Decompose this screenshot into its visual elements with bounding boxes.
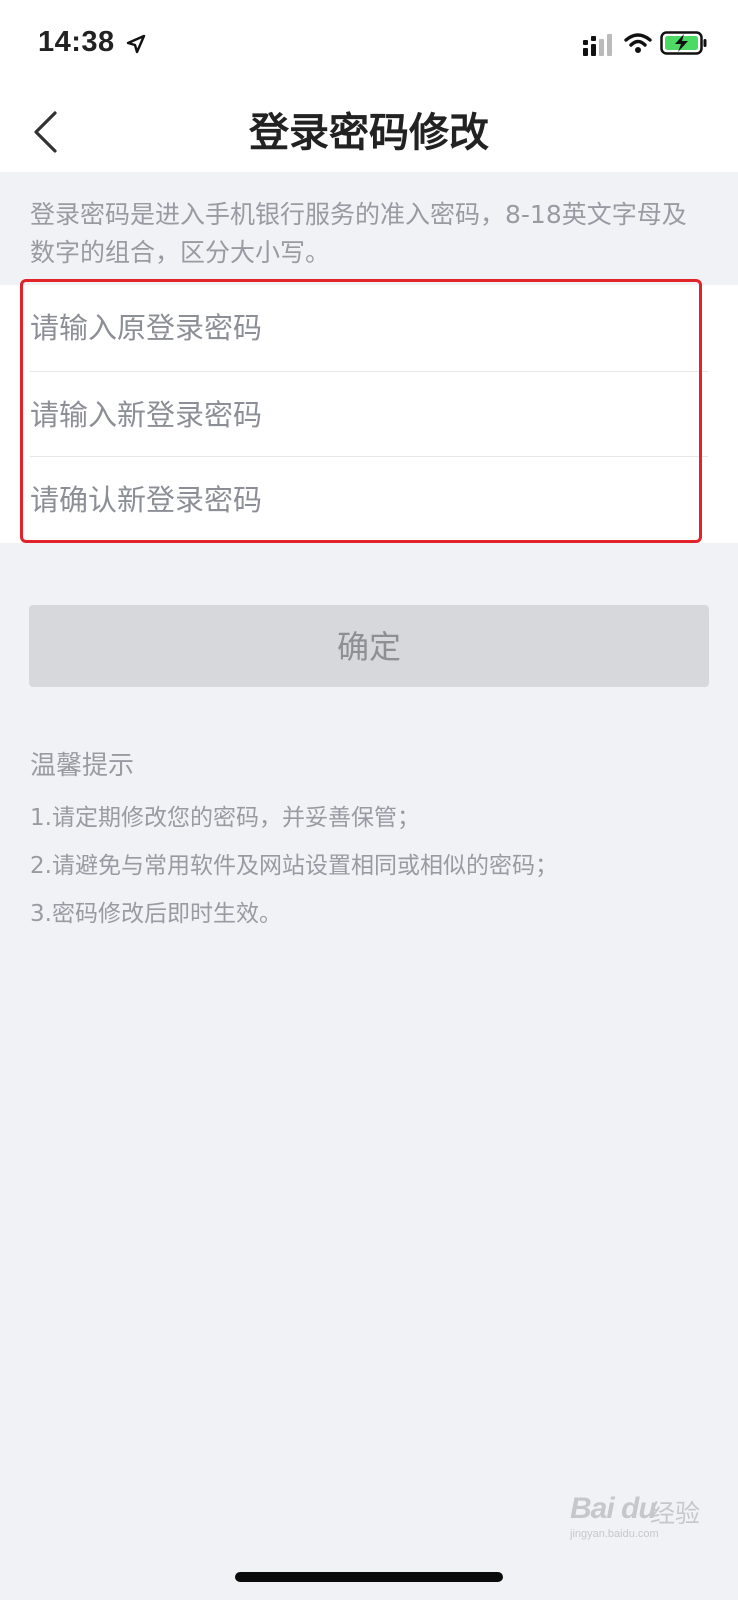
tips-title: 温馨提示 [30, 751, 135, 781]
wifi-icon [624, 33, 652, 53]
new-password-field [30, 372, 708, 458]
tip-item: 3.密码修改后即时生效。 [30, 901, 282, 927]
tip-item: 1.请定期修改您的密码，并妥善保管； [30, 805, 420, 831]
old-password-field [30, 285, 708, 371]
location-arrow-icon [126, 34, 146, 54]
watermark-brand: Bai du [570, 1492, 657, 1525]
confirm-button[interactable]: 确定 [29, 605, 709, 687]
status-bar: 14:38 [0, 0, 738, 88]
navigation-bar: 登录密码修改 [0, 88, 738, 172]
tip-item: 2.请避免与常用软件及网站设置相同或相似的密码； [30, 853, 558, 879]
status-time: 14:38 [38, 26, 115, 58]
battery-charging-icon [660, 31, 707, 55]
old-password-input[interactable] [30, 285, 708, 371]
new-password-input[interactable] [30, 372, 708, 458]
password-rule-description: 登录密码是进入手机银行服务的准入密码，8-18英文字母及数字的组合，区分大小写。 [30, 200, 687, 267]
cellular-signal-icon [583, 34, 612, 56]
confirm-password-field [30, 457, 708, 543]
watermark-domain: jingyan.baidu.com [570, 1528, 659, 1540]
confirm-password-input[interactable] [30, 457, 708, 543]
home-indicator[interactable] [235, 1572, 503, 1582]
page-title: 登录密码修改 [249, 110, 489, 156]
baidu-jingyan-watermark: Bai du 经验 jingyan.baidu.com [566, 1486, 716, 1540]
password-form [0, 285, 738, 543]
watermark-cn: 经验 [650, 1500, 701, 1528]
